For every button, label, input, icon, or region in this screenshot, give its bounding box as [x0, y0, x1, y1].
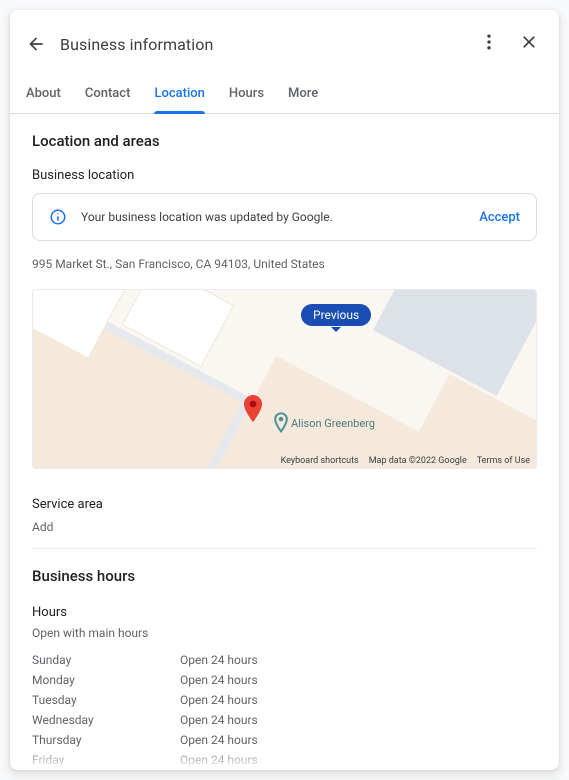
business-hours-title: Business hours: [32, 567, 537, 585]
service-area-label: Service area: [32, 497, 537, 512]
hours-value: Open 24 hours: [180, 693, 258, 707]
tab-hours[interactable]: Hours: [229, 76, 264, 113]
header: Business information: [10, 10, 559, 76]
banner-text: Your business location was updated by Go…: [81, 210, 479, 224]
map-footer: Keyboard shortcuts Map data ©2022 Google…: [281, 456, 530, 466]
tab-contact[interactable]: Contact: [85, 76, 131, 113]
map-keyboard-shortcuts[interactable]: Keyboard shortcuts: [281, 456, 359, 466]
address-text: 995 Market St., San Francisco, CA 94103,…: [32, 257, 537, 271]
location-section-title: Location and areas: [32, 132, 537, 150]
hours-day: Tuesday: [32, 693, 180, 707]
map-poi[interactable]: Alison Greenberg: [273, 412, 375, 434]
close-button[interactable]: [515, 28, 543, 60]
hours-row: Monday Open 24 hours: [32, 670, 537, 690]
hours-value: Open 24 hours: [180, 673, 258, 687]
business-info-panel: Business information About Contact Locat…: [10, 10, 559, 770]
hours-row: Thursday Open 24 hours: [32, 730, 537, 750]
hours-day: Monday: [32, 673, 180, 687]
tab-more[interactable]: More: [288, 76, 318, 113]
hours-sub-label: Hours: [32, 605, 537, 620]
update-banner: Your business location was updated by Go…: [32, 193, 537, 241]
map-pin-red-icon: [243, 395, 263, 423]
hours-day: Wednesday: [32, 713, 180, 727]
hours-row: Sunday Open 24 hours: [32, 650, 537, 670]
tabs: About Contact Location Hours More: [10, 76, 559, 114]
content: Location and areas Business location You…: [10, 114, 559, 770]
tab-location[interactable]: Location: [154, 76, 204, 113]
hours-value: Open 24 hours: [180, 653, 258, 667]
map-data-attribution: Map data ©2022 Google: [369, 456, 467, 466]
kebab-icon: [479, 32, 499, 52]
hours-row: Tuesday Open 24 hours: [32, 690, 537, 710]
previous-location-bubble[interactable]: Previous: [301, 304, 371, 326]
page-title: Business information: [60, 35, 213, 54]
map-background: [33, 290, 536, 468]
hours-day: Friday: [32, 753, 180, 767]
hours-row: Wednesday Open 24 hours: [32, 710, 537, 730]
back-arrow-icon[interactable]: [26, 34, 46, 54]
hours-day: Sunday: [32, 653, 180, 667]
hours-row: Friday Open 24 hours: [32, 750, 537, 770]
map-pin-teal-icon: [273, 412, 289, 434]
accept-button[interactable]: Accept: [479, 210, 520, 225]
hours-day: Thursday: [32, 733, 180, 747]
add-service-area-button[interactable]: Add: [32, 520, 537, 534]
close-icon: [519, 32, 539, 52]
info-icon: [49, 208, 67, 226]
map[interactable]: Previous Alison Greenberg Keyboard short…: [32, 289, 537, 469]
map-poi-label: Alison Greenberg: [291, 417, 375, 430]
more-options-button[interactable]: [471, 24, 507, 64]
hours-value: Open 24 hours: [180, 733, 258, 747]
map-terms-link[interactable]: Terms of Use: [477, 456, 530, 466]
tab-about[interactable]: About: [26, 76, 61, 113]
hours-status: Open with main hours: [32, 626, 537, 640]
hours-list: Sunday Open 24 hours Monday Open 24 hour…: [32, 650, 537, 770]
business-location-label: Business location: [32, 168, 537, 183]
hours-value: Open 24 hours: [180, 753, 258, 767]
divider: [32, 548, 537, 549]
hours-value: Open 24 hours: [180, 713, 258, 727]
